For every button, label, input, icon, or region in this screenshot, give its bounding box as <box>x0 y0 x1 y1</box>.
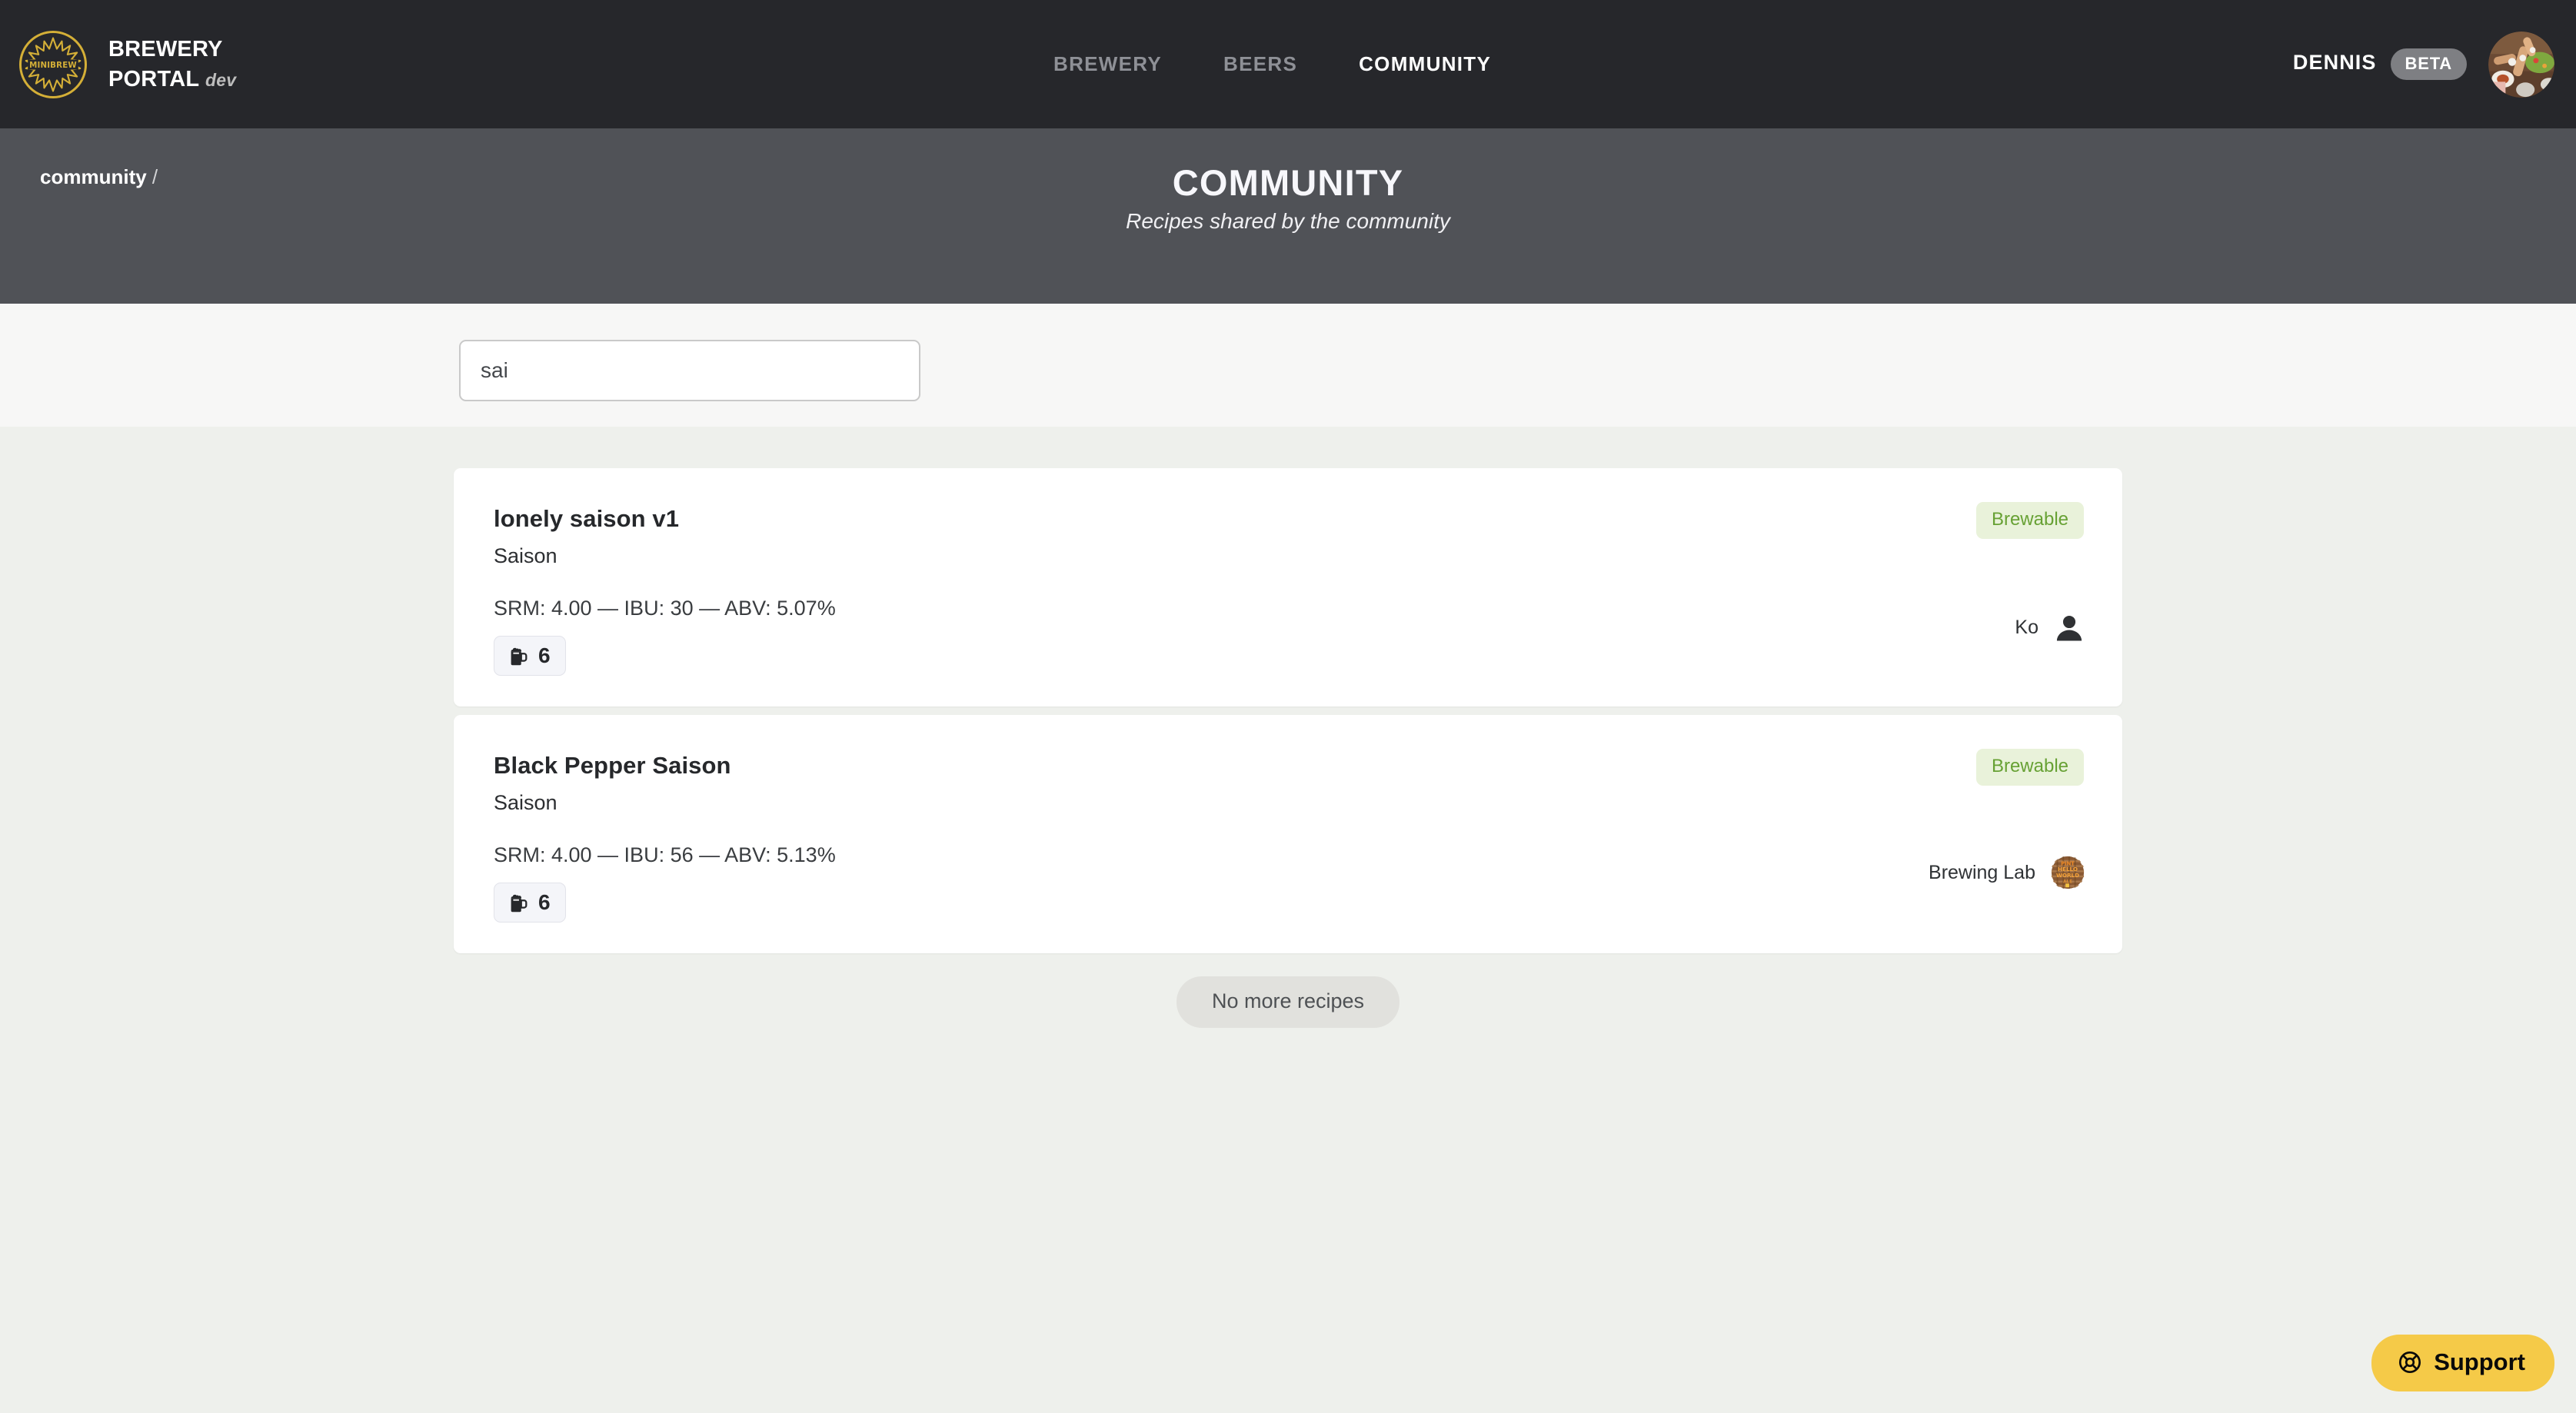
brand-line-1: BREWERY <box>108 36 223 62</box>
search-band <box>0 304 2576 427</box>
globe-logo-image: PINT HELLO WORLD ALE <box>2050 855 2085 890</box>
page-subtitle: Recipes shared by the community <box>1126 209 1450 233</box>
user-menu[interactable]: DENNIS BETA <box>2293 0 2554 128</box>
recipe-stats: SRM: 4.00 — IBU: 56 — ABV: 5.13% <box>494 843 836 866</box>
lifebuoy-icon <box>2399 1351 2421 1373</box>
recipe-list-area: lonely saison v1 Saison SRM: 4.00 — IBU:… <box>0 427 2576 1413</box>
recipe-card-body: lonely saison v1 Saison SRM: 4.00 — IBU:… <box>454 468 2122 706</box>
recipe-author[interactable]: Brewing Lab PINT HELLO WORLD ALE <box>1929 855 2085 890</box>
status-badge: Brewable <box>1975 749 2084 786</box>
minibrew-starburst-logo-icon: MINIBREW ® <box>19 30 87 98</box>
recipe-card[interactable]: Black Pepper Saison Saison SRM: 4.00 — I… <box>454 715 2122 953</box>
svg-text:WORLD: WORLD <box>2056 872 2079 879</box>
servings-count: 6 <box>538 890 551 914</box>
page-title: COMMUNITY <box>1172 162 1404 203</box>
nav-item-community[interactable]: COMMUNITY <box>1359 52 1491 76</box>
registered-mark-icon: ® <box>75 83 82 95</box>
top-navigation-bar: MINIBREW ® BREWERY PORTAL dev BREWERY BE… <box>0 0 2576 128</box>
brand-env-label: dev <box>205 69 237 90</box>
recipe-name: Black Pepper Saison <box>494 752 731 779</box>
brand-wordmark: BREWERY PORTAL dev <box>108 35 236 94</box>
recipe-author[interactable]: Ko <box>2015 611 2085 643</box>
recipe-card[interactable]: lonely saison v1 Saison SRM: 4.00 — IBU:… <box>454 468 2122 706</box>
support-button[interactable]: Support <box>2371 1335 2554 1391</box>
nav-item-brewery[interactable]: BREWERY <box>1053 52 1162 76</box>
servings-chip[interactable]: 6 <box>494 883 566 923</box>
brand-logo-link[interactable]: MINIBREW ® BREWERY PORTAL dev <box>19 30 236 98</box>
page-header-band: community / COMMUNITY Recipes shared by … <box>0 128 2576 304</box>
recipe-style: Saison <box>494 544 557 567</box>
hello-world-globe-logo-icon: PINT HELLO WORLD ALE <box>2050 855 2085 890</box>
author-name: Ko <box>2015 616 2039 638</box>
user-name-label: DENNIS BETA <box>2293 48 2467 80</box>
beer-mug-icon <box>511 647 528 666</box>
user-avatar-photo-icon[interactable] <box>2488 31 2554 98</box>
servings-chip[interactable]: 6 <box>494 636 566 676</box>
beta-badge: BETA <box>2390 48 2467 80</box>
brand-line-2: PORTAL dev <box>108 66 237 91</box>
person-silhouette-icon <box>2056 615 2082 641</box>
recipe-name: lonely saison v1 <box>494 505 680 532</box>
main-navigation: BREWERY BEERS COMMUNITY <box>1053 0 1491 128</box>
author-name: Brewing Lab <box>1929 861 2035 883</box>
end-of-list-message: No more recipes <box>0 976 2576 1028</box>
svg-text:MINIBREW: MINIBREW <box>29 61 77 70</box>
support-button-label: Support <box>2434 1348 2525 1375</box>
recipe-style: Saison <box>494 791 557 814</box>
avatar-image <box>2488 31 2554 98</box>
beer-mug-icon <box>511 894 528 913</box>
nav-item-beers[interactable]: BEERS <box>1223 52 1297 76</box>
end-of-list-pill: No more recipes <box>1176 976 1400 1028</box>
status-badge: Brewable <box>1975 502 2084 539</box>
recipe-stats: SRM: 4.00 — IBU: 30 — ABV: 5.07% <box>494 597 836 620</box>
recipe-search-input[interactable] <box>459 340 920 401</box>
recipe-card-body: Black Pepper Saison Saison SRM: 4.00 — I… <box>454 715 2122 953</box>
servings-count: 6 <box>538 643 551 667</box>
